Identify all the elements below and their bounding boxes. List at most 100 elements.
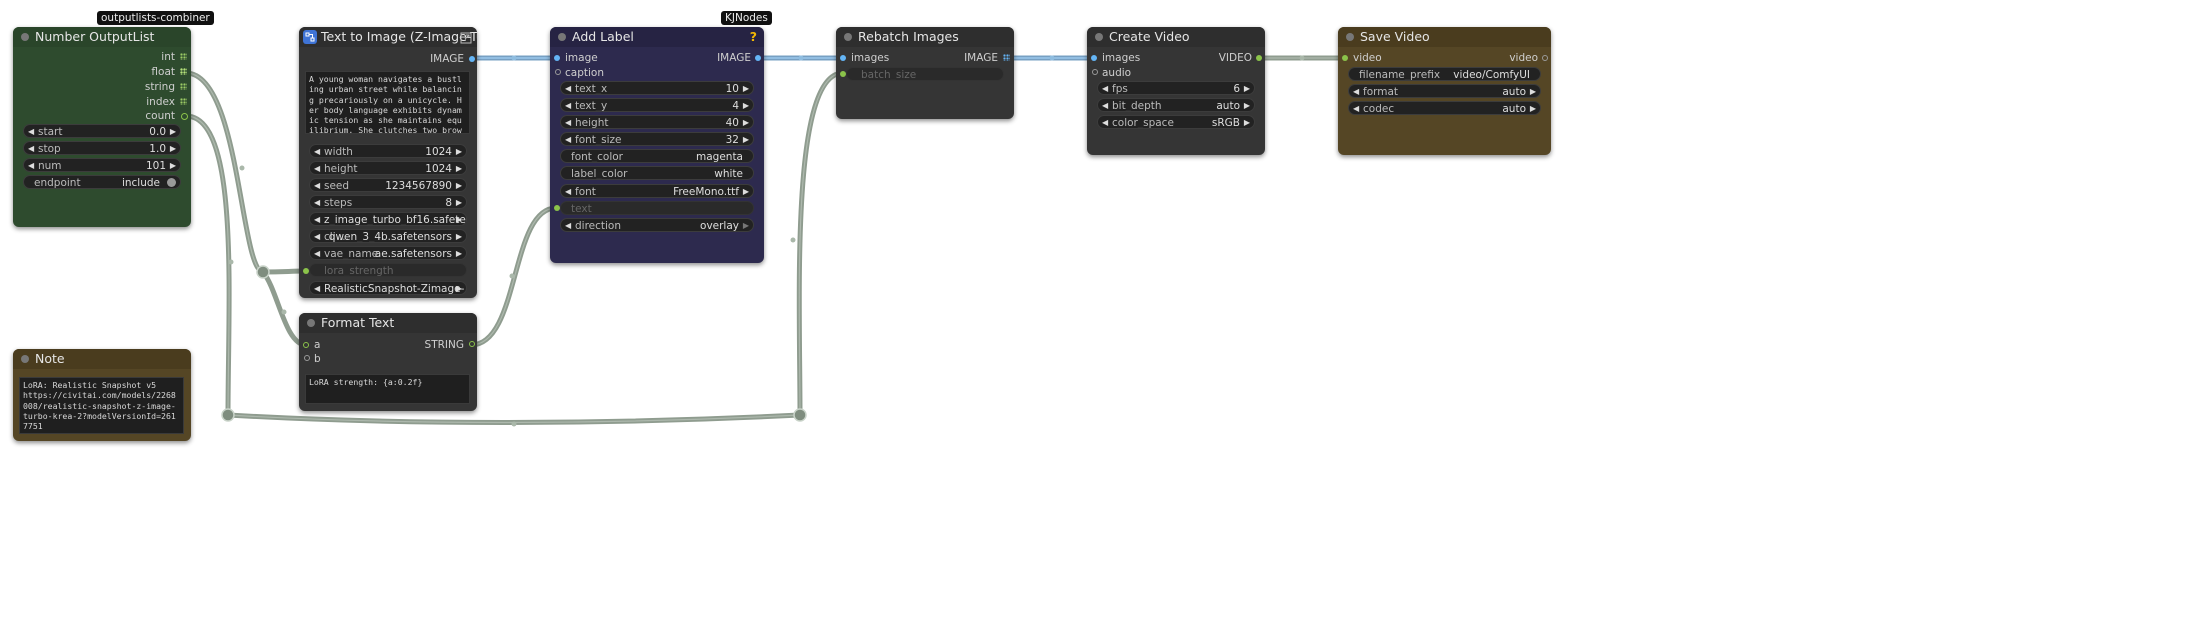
save-video-node[interactable]: Save Video video video filename_prefix vi… [1338, 27, 1551, 155]
stop-widget[interactable]: ◀ stop 1.0 ▶ [23, 141, 181, 155]
text-y-widget[interactable]: ◀ text_y 4 ▶ [560, 98, 754, 112]
input-a-socket-icon[interactable] [303, 342, 309, 348]
num-widget[interactable]: ◀ num 101 ▶ [23, 158, 181, 172]
node-title: Add Label [572, 29, 634, 44]
decrement-arrow-icon: ◀ [28, 127, 35, 136]
codec-select[interactable]: ◀ codec auto ▶ [1348, 101, 1541, 115]
list-socket-icon[interactable] [180, 53, 187, 60]
seed-widget[interactable]: ◀ seed 1234567890 ▶ [309, 178, 467, 192]
create-video-node[interactable]: Create Video images audio VIDEO ◀ fps 6 ▶ ◀… [1087, 27, 1265, 155]
output-image: IMAGE [964, 52, 998, 64]
collapse-dot-icon[interactable] [307, 319, 315, 327]
string-output-socket-icon[interactable] [469, 341, 475, 347]
video-input-socket-icon[interactable] [1342, 55, 1348, 61]
node-header[interactable]: Add Label ? [550, 27, 764, 47]
rebatch-images-node[interactable]: Rebatch Images images IMAGE batch_size [836, 27, 1014, 119]
image-output-socket-icon[interactable] [469, 56, 475, 62]
list-socket-icon[interactable] [180, 83, 187, 90]
input-b-socket-icon[interactable] [304, 355, 310, 361]
add-label-node[interactable]: Add Label ? image caption IMAGE ◀ text_x 1… [550, 27, 764, 263]
node-header[interactable]: Create Video [1087, 27, 1265, 47]
label-color-field[interactable]: label_color white [560, 166, 754, 180]
vae-name-select[interactable]: ◀ vae_name ae.safetensors ▶ [309, 246, 467, 260]
prompt-textarea[interactable]: A young woman navigates a bustling urban… [305, 71, 470, 134]
output-index: index [146, 96, 175, 108]
output-int: int [161, 51, 175, 63]
unet-name-select[interactable]: ◀ z_image_turbo_bf16.safete ... ▶ [309, 212, 467, 226]
increment-arrow-icon: ▶ [455, 147, 462, 156]
images-input-socket-icon[interactable] [1091, 55, 1097, 61]
images-input-socket-icon[interactable] [840, 55, 846, 61]
note-textarea[interactable]: LoRA: Realistic Snapshot v5 https://civi… [19, 377, 184, 434]
node-header[interactable]: Note [13, 349, 191, 369]
toggle-knob-icon [167, 178, 176, 187]
filename-prefix-field[interactable]: filename_prefix video/ComfyUI [1348, 67, 1541, 81]
help-icon[interactable]: ? [750, 27, 757, 47]
output-image: IMAGE [430, 53, 464, 65]
increment-arrow-icon: ▶ [455, 249, 462, 258]
width-widget[interactable]: ◀ width 1024 ▶ [309, 144, 467, 158]
increment-arrow-icon: ▶ [455, 215, 462, 224]
height-widget[interactable]: ◀ height 1024 ▶ [309, 161, 467, 175]
bit-depth-select[interactable]: ◀ bit_depth auto ▶ [1097, 98, 1255, 112]
collapse-dot-icon[interactable] [558, 33, 566, 41]
font-color-field[interactable]: font_color magenta [560, 149, 754, 163]
video-output-socket-icon[interactable] [1542, 55, 1548, 61]
increment-arrow-icon: ▶ [169, 127, 176, 136]
node-title: Rebatch Images [858, 29, 959, 44]
decrement-arrow-icon: ◀ [314, 249, 321, 258]
count-socket-icon[interactable] [181, 113, 188, 120]
text-widget[interactable]: text [560, 201, 754, 215]
list-socket-icon[interactable] [1003, 54, 1010, 61]
expand-icon[interactable] [460, 30, 472, 44]
collapse-dot-icon[interactable] [21, 355, 29, 363]
input-images: images [851, 52, 890, 64]
lora-name-select[interactable]: ◀ RealisticSnapshot-Zimage- ... ▶ [309, 281, 467, 295]
collapse-dot-icon[interactable] [844, 33, 852, 41]
node-header[interactable]: Format Text [299, 313, 477, 333]
decrement-arrow-icon: ◀ [314, 181, 321, 190]
format-template-textarea[interactable]: LoRA strength: {a:0.2f} [305, 374, 470, 404]
steps-widget[interactable]: ◀ steps 8 ▶ [309, 195, 467, 209]
image-output-socket-icon[interactable] [755, 55, 761, 61]
increment-arrow-icon: ▶ [455, 284, 462, 293]
decrement-arrow-icon: ◀ [314, 147, 321, 156]
video-output-socket-icon[interactable] [1256, 55, 1262, 61]
decrement-arrow-icon: ◀ [28, 144, 35, 153]
font-select[interactable]: ◀ font FreeMono.ttf ▶ [560, 184, 754, 198]
font-size-widget[interactable]: ◀ font_size 32 ▶ [560, 132, 754, 146]
clip-name-select[interactable]: ◀ cli ... qwen_3_4b.safetensors ▶ [309, 229, 467, 243]
format-select[interactable]: ◀ format auto ▶ [1348, 84, 1541, 98]
collapse-dot-icon[interactable] [1095, 33, 1103, 41]
list-socket-icon[interactable] [180, 98, 187, 105]
collapse-dot-icon[interactable] [21, 33, 29, 41]
endpoint-toggle[interactable]: endpoint include [23, 175, 181, 189]
node-header[interactable]: Save Video [1338, 27, 1551, 47]
caption-input-socket-icon[interactable] [555, 69, 561, 75]
fps-widget[interactable]: ◀ fps 6 ▶ [1097, 81, 1255, 95]
note-node[interactable]: Note LoRA: Realistic Snapshot v5 https:/… [13, 349, 191, 441]
collapse-dot-icon[interactable] [1346, 33, 1354, 41]
audio-input-socket-icon[interactable] [1092, 69, 1098, 75]
list-socket-icon[interactable] [180, 68, 187, 75]
batch-size-widget[interactable]: batch_size [846, 67, 1004, 81]
reroute-node-bottom-right [793, 408, 807, 422]
input-audio: audio [1102, 67, 1132, 79]
image-input-socket-icon[interactable] [554, 55, 560, 61]
direction-select[interactable]: ◀ direction overlay ▶ [560, 218, 754, 232]
color-space-select[interactable]: ◀ color_space sRGB ▶ [1097, 115, 1255, 129]
node-title: Text to Image (Z-Image-Tu... [321, 29, 477, 44]
node-header[interactable]: Text to Image (Z-Image-Tu... [299, 27, 477, 47]
node-header[interactable]: Rebatch Images [836, 27, 1014, 47]
number-outputlist-node[interactable]: Number OutputList int float string index… [13, 27, 191, 227]
text-to-image-node[interactable]: Text to Image (Z-Image-Tu... IMAGE A you… [299, 27, 477, 298]
increment-arrow-icon: ▶ [169, 161, 176, 170]
format-text-node[interactable]: Format Text a b STRING LoRA strength: {a… [299, 313, 477, 411]
badge-kjnodes: KJNodes [721, 11, 772, 25]
lora-strength-widget[interactable]: lora_strength [309, 263, 467, 277]
start-widget[interactable]: ◀ start 0.0 ▶ [23, 124, 181, 138]
output-video: VIDEO [1218, 52, 1252, 64]
text-x-widget[interactable]: ◀ text_x 10 ▶ [560, 81, 754, 95]
node-header[interactable]: Number OutputList [13, 27, 191, 47]
label-height-widget[interactable]: ◀ height 40 ▶ [560, 115, 754, 129]
